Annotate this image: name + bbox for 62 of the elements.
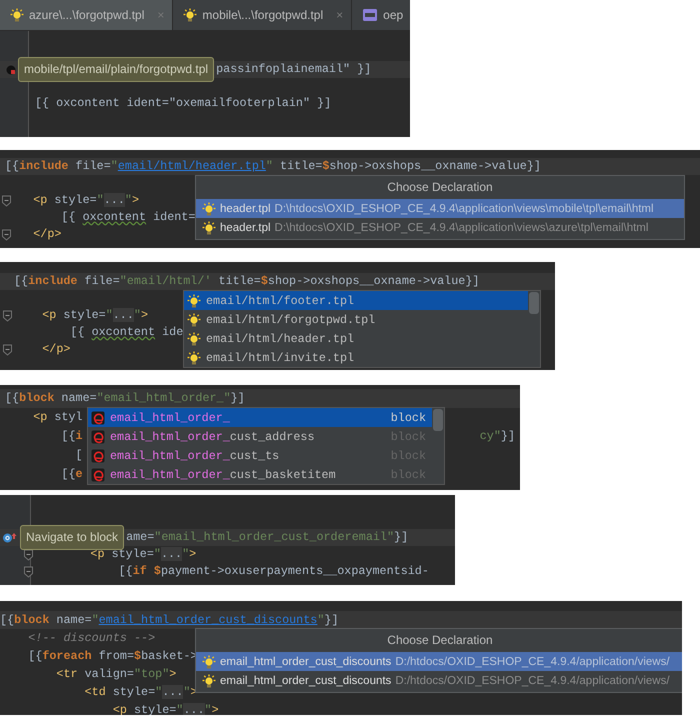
code-line: [{ oxcontent ident="oxemailfooterplain" }] [35,96,332,111]
block-icon [91,410,105,424]
target-icon[interactable] [2,532,18,544]
sun-icon [202,674,216,688]
completion-item[interactable]: email/html/forgotpwd.tpl [184,310,528,329]
sun-icon [187,332,201,346]
fold-marker-icon[interactable] [3,310,12,321]
gutter-marker-icon[interactable] [6,64,16,74]
fold-marker-icon[interactable] [3,344,12,355]
block-icon [91,448,105,462]
file-icon [362,8,378,22]
code-line: [{foreach from=$basket-> [28,648,198,664]
code-line: <p styl [33,410,83,425]
code-line: <p style="..."> [90,547,196,562]
fold-marker-icon[interactable] [24,566,33,577]
code-line: [{include file="email/html/header.tpl" title=$shop->oxshops__oxname->value}] [5,159,541,174]
block-icon [91,468,105,482]
code-line: [{i [61,429,83,444]
code-line: [{block name="email_html_order_cust_discounts"}] [0,612,339,628]
code-line: <!-- discounts --> [28,630,156,646]
sun-icon [202,202,216,216]
code-line: passinfoplainemail" }] [216,62,372,77]
popup-title: Choose Declaration [386,179,494,196]
code-line: [{if $payment->oxuserpayments__oxpaymentsid- [118,564,429,579]
code-line: [{ oxcontent ide [70,325,184,340]
code-line: [{block name="email_html_order_"}] [5,391,245,406]
completion-item[interactable]: email/html/invite.tpl [184,348,528,367]
code-line: [ [76,448,83,463]
code-line: <tr valign="top"> [56,666,176,682]
code-line: [{ oxcontent ident= [61,210,196,225]
declaration-item[interactable]: header.tpl D:\htdocs\OXID_ESHOP_CE_4.9.4\application\views\azure\tpl\email\html [196,218,684,237]
code-line: </p> [42,342,70,357]
tooltip: mobile/tpl/email/plain/forgotpwd.tpl [18,57,214,82]
code-line: cy"}] [480,429,515,444]
sun-icon [187,350,201,364]
sun-icon [10,8,24,22]
scrollbar-thumb[interactable] [433,409,443,431]
declaration-item[interactable]: email_html_order_cust_discounts D:/htdocs/OXID_ESHOP_CE_4.9.4/application/views/ [196,652,682,671]
code-line: [{e [61,467,83,482]
sun-icon [187,294,201,308]
code-line: [{include file="email/html/' title=$shop->oxshops__oxname->value}] [14,274,480,289]
completion-item[interactable]: email/html/footer.tpl [184,291,528,310]
sun-icon [183,8,198,22]
code-line: <p style="..."> [112,702,219,715]
completion-item[interactable]: email_html_order_ block [88,408,432,427]
sun-icon [187,312,201,326]
fold-marker-icon[interactable] [2,195,11,206]
code-line: <p style="..."> [42,308,148,323]
completion-item[interactable]: email/html/header.tpl [184,329,528,348]
sun-icon [202,220,216,234]
code-line: ame="email_html_order_cust_orderemail"}] [126,530,408,545]
declaration-item[interactable]: header.tpl D:\htdocs\OXID_ESHOP_CE_4.9.4\application\views\mobile\tpl\email\html [196,199,684,218]
code-line: <p style="..."> [33,193,140,208]
declaration-item[interactable]: email_html_order_cust_discounts D:/htdocs/OXID_ESHOP_CE_4.9.4/application/views/ [196,671,682,690]
code-line: </p> [33,227,62,242]
fold-marker-icon[interactable] [2,229,11,240]
sun-icon [202,654,216,668]
editor-tab[interactable]: azure\...\forgotpwd.tpl × [0,0,174,30]
tooltip: Navigate to block [20,525,124,550]
popup-title: Choose Declaration [386,632,494,649]
block-icon [91,430,105,444]
scrollbar-thumb[interactable] [529,292,539,314]
